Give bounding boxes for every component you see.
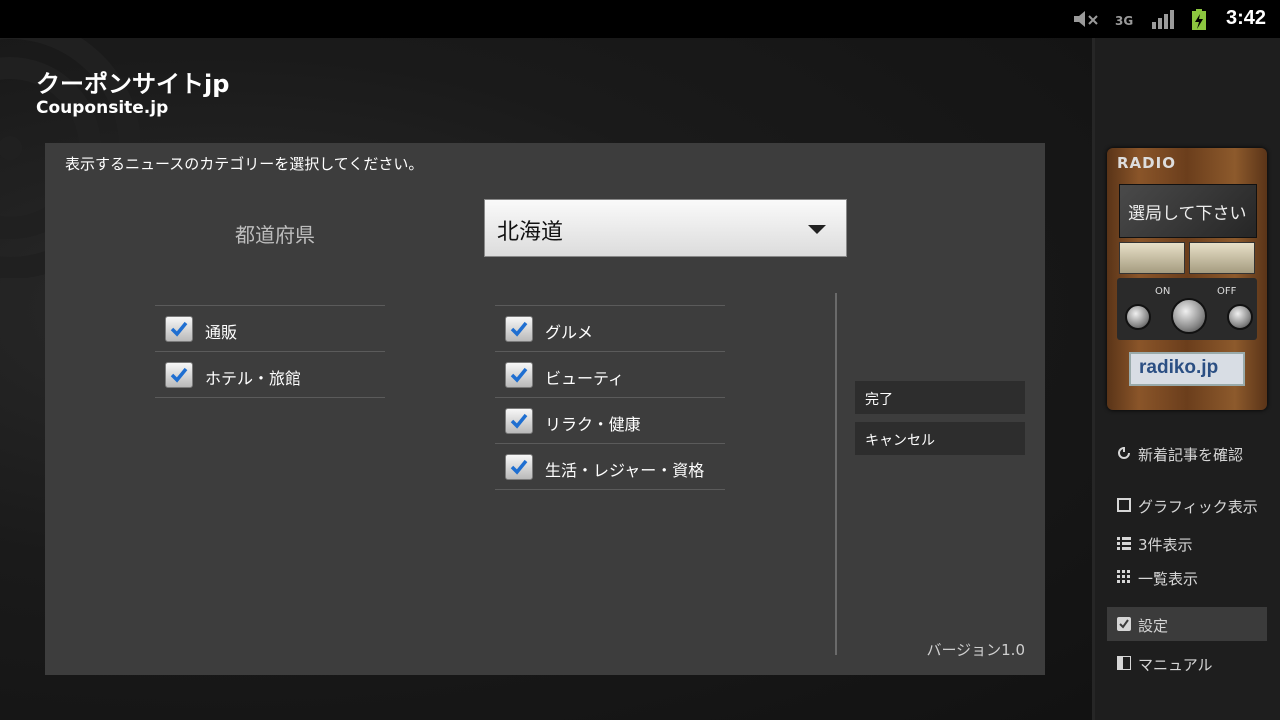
menu-label: グラフィック表示 (1138, 498, 1258, 516)
category-label: ホテル・旅館 (205, 369, 302, 388)
category-label: 生活・レジャー・資格 (545, 461, 705, 480)
category-item[interactable]: ホテル・旅館 (155, 351, 385, 398)
done-button[interactable]: 完了 (855, 381, 1025, 414)
checkmark-icon (170, 367, 188, 383)
checkmark-icon (170, 321, 188, 337)
checkbox-icon (1117, 617, 1131, 631)
volume-muted-icon (1074, 11, 1098, 27)
category-item[interactable]: 通販 (155, 305, 385, 351)
menu-refresh[interactable]: 新着記事を確認 (1107, 436, 1267, 470)
menu-label: 設定 (1138, 617, 1169, 635)
on-label: ON (1155, 286, 1171, 297)
checkmark-icon (510, 321, 528, 337)
book-icon (1117, 656, 1131, 670)
menu-graphic-view[interactable]: グラフィック表示 (1107, 488, 1267, 522)
checkmark-icon (510, 413, 528, 429)
cancel-button[interactable]: キャンセル (855, 422, 1025, 455)
radio-display: 選局して下さい (1119, 184, 1257, 238)
menu-list-view[interactable]: 一覧表示 (1107, 560, 1267, 594)
app-subtitle: Couponsite.jp (36, 98, 169, 118)
category-item[interactable]: グルメ (495, 305, 725, 351)
vu-meter-icon (1189, 242, 1255, 274)
checkbox[interactable] (505, 454, 533, 480)
checkmark-icon (510, 459, 528, 475)
checkbox[interactable] (505, 408, 533, 434)
radio-tuning-knob[interactable] (1171, 298, 1207, 334)
category-label: 通販 (205, 323, 238, 342)
category-label: ビューティ (545, 369, 625, 388)
radio-on-knob[interactable] (1125, 304, 1151, 330)
checkbox[interactable] (505, 316, 533, 342)
settings-panel: 表示するニュースのカテゴリーを選択してください。 都道府県 北海道 通販 ホテル… (45, 143, 1045, 675)
radiko-logo[interactable]: radiko.jp (1129, 352, 1245, 386)
menu-label: 新着記事を確認 (1138, 446, 1244, 464)
menu-three-items[interactable]: 3件表示 (1107, 526, 1267, 560)
radio-widget[interactable]: RADIO 選局して下さい ON OFF radiko.jp (1107, 148, 1267, 410)
menu-settings[interactable]: 設定 (1107, 607, 1267, 641)
checkbox[interactable] (165, 362, 193, 388)
square-icon (1117, 498, 1131, 512)
menu-label: 一覧表示 (1138, 570, 1199, 588)
grid-icon (1117, 570, 1130, 583)
cancel-label: キャンセル (865, 433, 935, 449)
battery-charging-icon (1192, 9, 1206, 30)
clock: 3:42 (1225, 7, 1266, 29)
status-bar: 3G 3:42 (0, 0, 1280, 38)
radio-display-text: 選局して下さい (1128, 204, 1247, 224)
category-list-left: 通販 ホテル・旅館 (155, 305, 385, 398)
radio-title: RADIO (1117, 154, 1176, 172)
category-item[interactable]: ビューティ (495, 351, 725, 397)
menu-label: マニュアル (1138, 656, 1213, 674)
radiko-brand: radiko.jp (1139, 357, 1219, 378)
vertical-divider (835, 293, 837, 655)
off-label: OFF (1217, 286, 1237, 297)
signal-icon (1152, 10, 1174, 29)
instruction-text: 表示するニュースのカテゴリーを選択してください。 (65, 155, 424, 173)
refresh-icon (1118, 447, 1130, 459)
radio-controls: ON OFF (1117, 278, 1257, 340)
list-icon (1117, 537, 1131, 550)
category-item[interactable]: リラク・健康 (495, 397, 725, 443)
menu-label: 3件表示 (1138, 536, 1193, 554)
radio-off-knob[interactable] (1227, 304, 1253, 330)
checkbox[interactable] (505, 362, 533, 388)
prefecture-select[interactable]: 北海道 (484, 199, 847, 257)
category-label: グルメ (545, 323, 594, 342)
3g-icon: 3G (1115, 14, 1133, 28)
sidebar: RADIO 選局して下さい ON OFF radiko.jp 新着記事を確認 グ… (1092, 38, 1280, 720)
prefecture-label: 都道府県 (235, 223, 315, 247)
version-text: バージョン1.0 (926, 641, 1025, 659)
checkbox[interactable] (165, 316, 193, 342)
category-label: リラク・健康 (545, 415, 641, 434)
dropdown-arrow-icon (808, 225, 826, 234)
app-main: クーポンサイトjp Couponsite.jp 表示するニュースのカテゴリーを選… (0, 38, 1092, 720)
category-list-right: グルメ ビューティ リラク・健康 生活・レジャー・資格 (495, 305, 725, 490)
category-item[interactable]: 生活・レジャー・資格 (495, 443, 725, 490)
done-label: 完了 (865, 392, 893, 408)
menu-manual[interactable]: マニュアル (1107, 646, 1267, 680)
app-title: クーポンサイトjp (36, 70, 230, 98)
prefecture-value: 北海道 (497, 220, 564, 245)
checkmark-icon (510, 367, 528, 383)
svg-text:3G: 3G (1115, 14, 1133, 28)
vu-meter-icon (1119, 242, 1185, 274)
